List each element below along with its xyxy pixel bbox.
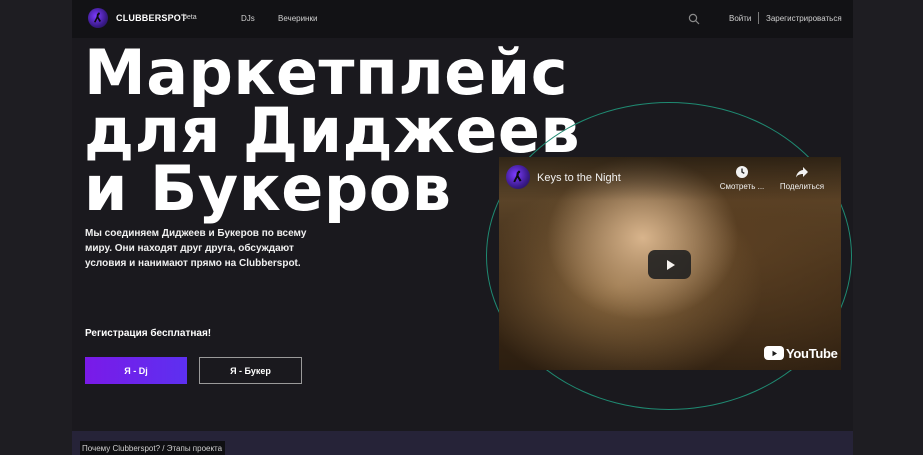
nav-divider bbox=[758, 12, 759, 24]
i-am-booker-button[interactable]: Я - Букер bbox=[199, 357, 302, 384]
youtube-video-embed[interactable]: Keys to the Night Смотреть ... Поделитьс… bbox=[499, 157, 841, 370]
video-title[interactable]: Keys to the Night bbox=[537, 172, 621, 184]
nav-parties-link[interactable]: Вечеринки bbox=[278, 14, 317, 23]
free-registration-note: Регистрация бесплатная! bbox=[85, 328, 212, 339]
page-margin-left bbox=[0, 0, 72, 455]
hero-description: Мы соединяем Диджеев и Букеров по всему … bbox=[85, 228, 307, 269]
i-am-dj-button[interactable]: Я - Dj bbox=[85, 357, 187, 384]
watch-later-button[interactable]: Смотреть ... bbox=[712, 165, 772, 191]
page-margin-right bbox=[853, 0, 923, 455]
clock-icon bbox=[736, 166, 748, 178]
dj-silhouette-icon[interactable] bbox=[88, 8, 108, 28]
play-icon[interactable] bbox=[648, 250, 691, 279]
brand-name[interactable]: CLUBBERSPOT bbox=[116, 13, 187, 23]
nav-djs-link[interactable]: DJs bbox=[241, 14, 255, 23]
brand-beta-tag: beta bbox=[183, 14, 197, 21]
youtube-logo[interactable]: YouTube bbox=[764, 345, 838, 361]
channel-avatar[interactable] bbox=[506, 165, 530, 189]
share-button[interactable]: Поделиться bbox=[772, 165, 832, 191]
youtube-play-icon bbox=[764, 346, 784, 360]
youtube-wordmark: YouTube bbox=[786, 345, 838, 361]
register-link[interactable]: Зарегистрироваться bbox=[766, 14, 842, 23]
login-link[interactable]: Войти bbox=[729, 14, 751, 23]
watch-later-label: Смотреть ... bbox=[719, 182, 765, 191]
navbar: CLUBBERSPOT beta DJs Вечеринки Войти Зар… bbox=[72, 0, 853, 38]
why-clubberspot-tab[interactable]: Почему Clubberspot? / Этапы проекта bbox=[80, 441, 225, 455]
share-arrow-icon bbox=[796, 167, 808, 178]
search-icon[interactable] bbox=[688, 12, 700, 25]
share-label: Поделиться bbox=[779, 182, 825, 191]
